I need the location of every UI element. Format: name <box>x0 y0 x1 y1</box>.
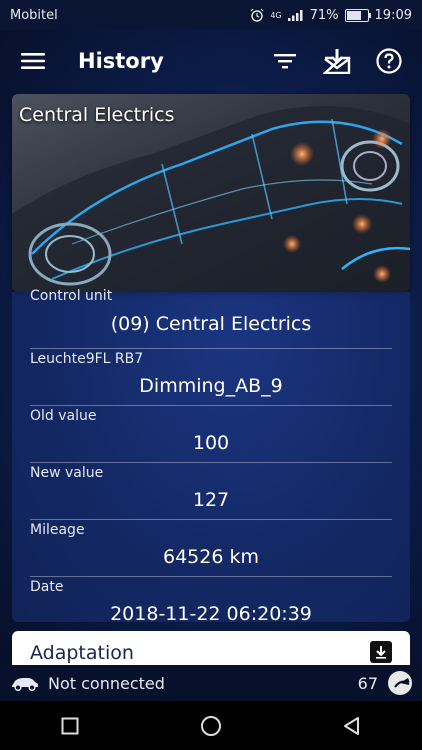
detail-value: 2018-11-22 06:20:39 <box>110 603 312 625</box>
menu-button[interactable] <box>14 42 52 80</box>
adaptation-label: Adaptation <box>30 642 134 664</box>
filter-icon <box>274 54 296 69</box>
battery-percent: 71% <box>309 7 339 23</box>
signal-icon <box>287 10 303 21</box>
detail-row-channel: Leuchte9FL RB7 Dimming_AB_9 <box>30 349 392 406</box>
help-icon <box>376 48 402 74</box>
system-nav-bar <box>0 701 422 750</box>
detail-row-new-value: New value 127 <box>30 463 392 520</box>
gauge-icon[interactable] <box>388 671 412 695</box>
back-button[interactable] <box>332 706 372 746</box>
detail-label: New value <box>30 465 104 481</box>
detail-label: Date <box>30 579 64 595</box>
hero-title: Central Electrics <box>19 104 175 126</box>
status-right: 4G 71% 19:09 <box>250 8 412 23</box>
adaptation-section[interactable]: Adaptation <box>12 631 410 665</box>
detail-row-control-unit: Control unit (09) Central Electrics <box>30 288 392 349</box>
status-bar: Mobitel 4G 71% 19:09 <box>0 0 422 30</box>
detail-value: 64526 km <box>163 546 259 568</box>
control-unit-image: Central Electrics <box>12 94 410 292</box>
export-mail-button[interactable] <box>318 42 356 80</box>
detail-value: Dimming_AB_9 <box>139 375 283 397</box>
carrier-name: Mobitel <box>10 7 58 23</box>
car-icon <box>12 678 38 691</box>
history-details-card: Control unit (09) Central Electrics Leuc… <box>12 288 410 625</box>
home-button[interactable] <box>191 706 231 746</box>
home-circle-icon <box>200 715 221 736</box>
connection-bar: Not connected 67 <box>0 665 422 701</box>
recents-square-icon <box>61 717 79 734</box>
battery-icon <box>344 8 371 22</box>
toolbar-actions <box>266 42 408 80</box>
detail-row-mileage: Mileage 64526 km <box>30 520 392 577</box>
detail-row-date: Date 2018-11-22 06:20:39 <box>30 577 392 633</box>
back-triangle-icon <box>343 716 359 735</box>
network-type: 4G <box>270 10 282 20</box>
detail-value: (09) Central Electrics <box>110 313 312 335</box>
connection-right: 67 <box>358 671 412 695</box>
clock: 19:09 <box>374 7 412 23</box>
detail-row-old-value: Old value 100 <box>30 406 392 463</box>
detail-label: Mileage <box>30 522 85 538</box>
detail-label: Leuchte9FL RB7 <box>30 351 144 367</box>
detail-value: 127 <box>192 489 230 511</box>
alarm-icon <box>250 8 264 22</box>
help-button[interactable] <box>370 42 408 80</box>
connection-status: Not connected <box>48 673 165 693</box>
detail-value: 100 <box>192 432 230 454</box>
session-count: 67 <box>357 673 378 693</box>
page-title: History <box>78 49 164 73</box>
filter-button[interactable] <box>266 42 304 80</box>
detail-label: Control unit <box>30 288 113 304</box>
download-box-icon[interactable] <box>370 641 392 663</box>
recents-button[interactable] <box>50 706 90 746</box>
mail-download-icon <box>323 49 351 74</box>
detail-label: Old value <box>30 408 97 424</box>
menu-icon <box>21 53 45 69</box>
app-toolbar: History <box>0 30 422 92</box>
